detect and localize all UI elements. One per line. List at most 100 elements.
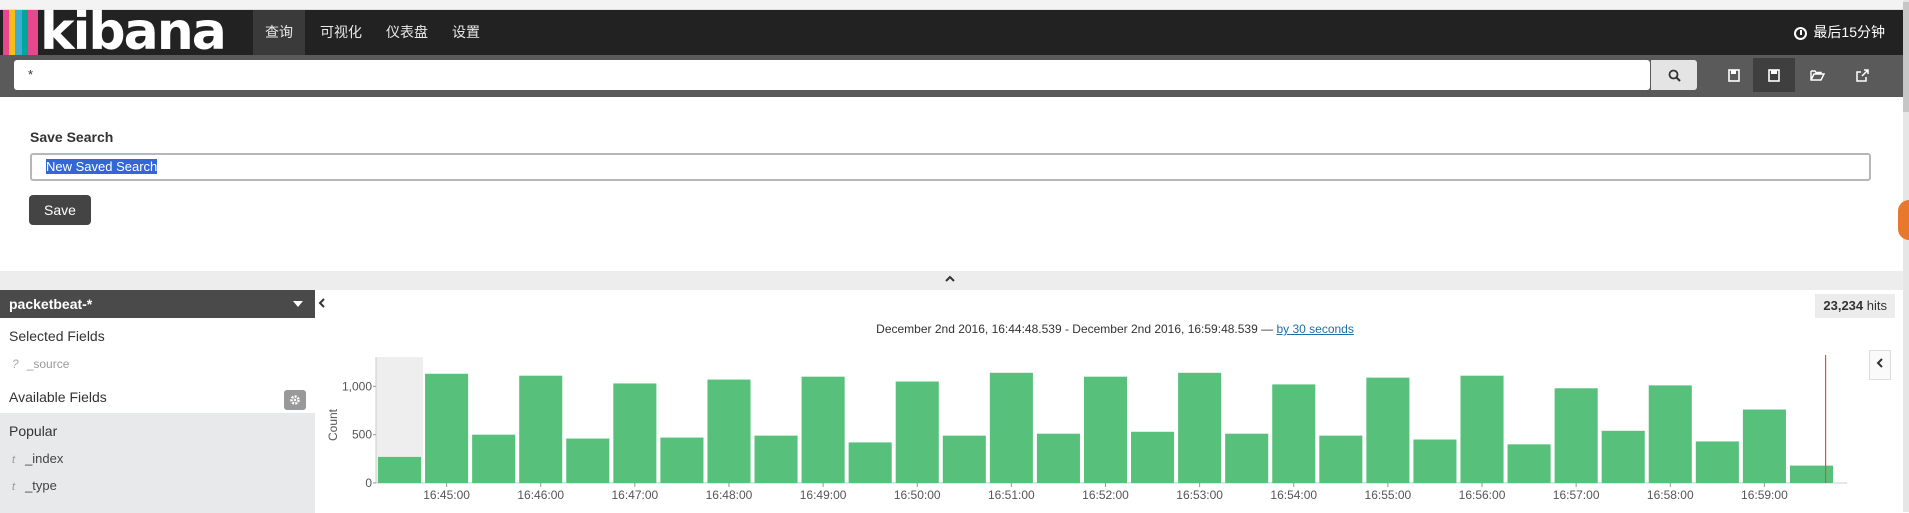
histogram-panel: 23,234 hits December 2nd 2016, 16:44:48.… [327,290,1903,512]
x-tick-label: 16:53:00 [1176,488,1223,502]
histogram-bar[interactable] [1272,384,1316,483]
tab-dashboard[interactable]: 仪表盘 [374,10,440,55]
histogram-bar[interactable] [1507,444,1551,483]
folder-open-icon [1809,70,1825,81]
y-axis-label: Count [327,408,340,441]
histogram-bar[interactable] [1366,377,1410,483]
x-tick-label: 16:46:00 [517,488,564,502]
field-type-icon: ? [12,357,19,371]
histogram-bar[interactable] [660,437,704,483]
search-input[interactable]: * [14,60,1650,90]
page-scrollbar[interactable] [1903,0,1909,512]
saved-search-name-value: New Saved Search [46,159,158,174]
time-picker[interactable]: 最后15分钟 [1794,10,1885,55]
caret-down-icon [293,301,303,307]
histogram-bar[interactable] [1036,433,1080,483]
field-type-icon: t [12,481,16,493]
clock-icon [1794,27,1808,40]
histogram-bar[interactable] [1695,441,1739,483]
histogram-bar[interactable] [989,372,1033,483]
search-toolbar: * [0,55,1903,97]
histogram-bar[interactable] [1178,372,1222,483]
histogram-bar[interactable] [848,442,892,483]
histogram-bar[interactable] [707,379,751,483]
histogram-bar[interactable] [1225,433,1269,483]
histogram-bar[interactable] [942,435,986,483]
histogram-bar[interactable] [1460,375,1504,483]
selected-field-item[interactable]: ? _source [12,357,69,371]
side-widget-tab[interactable] [1898,200,1909,240]
histogram-bar[interactable] [472,434,516,483]
new-search-button[interactable] [1713,58,1755,92]
search-icon [1668,69,1681,82]
histogram-bar[interactable] [1131,431,1175,483]
x-tick-label: 16:52:00 [1082,488,1129,502]
x-tick-label: 16:57:00 [1553,488,1600,502]
selected-fields-heading: Selected Fields [9,328,105,344]
open-search-button[interactable] [1796,58,1838,92]
popular-field-item[interactable]: t _type [12,478,57,493]
histogram-bar[interactable] [754,435,798,483]
save-search-button[interactable] [1753,58,1795,92]
popular-heading: Popular [9,423,58,439]
histogram-bar[interactable] [566,438,610,483]
histogram-bar[interactable] [1413,439,1457,484]
scrollbar-thumb[interactable] [1903,2,1909,112]
save-search-title: Save Search [30,129,114,145]
saved-search-name-input[interactable]: New Saved Search [30,153,1871,181]
histogram-bar[interactable] [1789,465,1833,483]
tab-settings[interactable]: 设置 [440,10,492,55]
save-search-panel: Save Search New Saved Search Save [0,97,1903,271]
histogram-bar[interactable] [1083,376,1128,483]
histogram-bar[interactable] [895,381,939,484]
histogram-bar[interactable] [519,375,563,483]
index-pattern-selector[interactable]: packetbeat-* [0,290,315,318]
histogram-chart[interactable]: 0 500 1,000 Count 16:45:00 16:46:00 16:47:00 16… [327,290,1903,512]
tab-visualize[interactable]: 可视化 [308,10,374,55]
histogram-bar[interactable] [1601,430,1645,483]
x-tick-label: 16:56:00 [1459,488,1506,502]
top-navbar: kibana 查询 可视化 仪表盘 设置 最后15分钟 [0,2,1903,62]
gear-icon [290,395,300,405]
x-tick-label: 16:45:00 [423,488,470,502]
popular-fields-section: Popular t _index t _type [0,413,315,513]
histogram-bar[interactable] [1319,435,1363,483]
histogram-bar[interactable] [801,376,845,483]
field-name: _index [25,451,64,466]
search-button[interactable] [1651,60,1697,90]
x-tick-label: 16:51:00 [988,488,1035,502]
x-tick-label: 16:47:00 [611,488,658,502]
histogram-bar[interactable] [1554,388,1598,483]
y-tick-label: 1,000 [342,379,372,393]
save-button[interactable]: Save [29,195,91,225]
y-tick-label: 500 [352,428,372,442]
histogram-bar[interactable] [425,373,469,483]
field-settings-button[interactable] [284,390,306,410]
chevron-left-icon [318,298,325,308]
share-search-button[interactable] [1841,58,1883,92]
histogram-bar[interactable] [1648,385,1692,483]
histogram-bar[interactable] [378,456,422,483]
histogram-bar[interactable] [1742,409,1786,483]
field-type-icon: t [12,454,16,466]
field-name: _source [26,357,70,371]
new-document-icon [1728,68,1740,82]
histogram-bar[interactable] [613,383,657,483]
save-icon [1768,68,1780,82]
available-fields-heading: Available Fields [9,389,107,405]
x-tick-label: 16:55:00 [1365,488,1412,502]
collapse-config-strip[interactable] [0,271,1903,290]
chevron-up-icon [945,275,955,282]
time-range-label: 最后15分钟 [1813,24,1885,40]
field-name: _type [25,478,57,493]
browser-top-strip [0,0,1909,10]
tab-discover[interactable]: 查询 [253,10,305,55]
x-tick-label: 16:49:00 [800,488,847,502]
popular-field-item[interactable]: t _index [12,451,63,466]
x-tick-label: 16:59:00 [1741,488,1788,502]
x-tick-label: 16:50:00 [894,488,941,502]
index-pattern-label: packetbeat-* [9,296,93,312]
kibana-logo[interactable]: kibana [0,2,240,62]
x-tick-label: 16:48:00 [706,488,753,502]
external-link-icon [1856,68,1869,82]
